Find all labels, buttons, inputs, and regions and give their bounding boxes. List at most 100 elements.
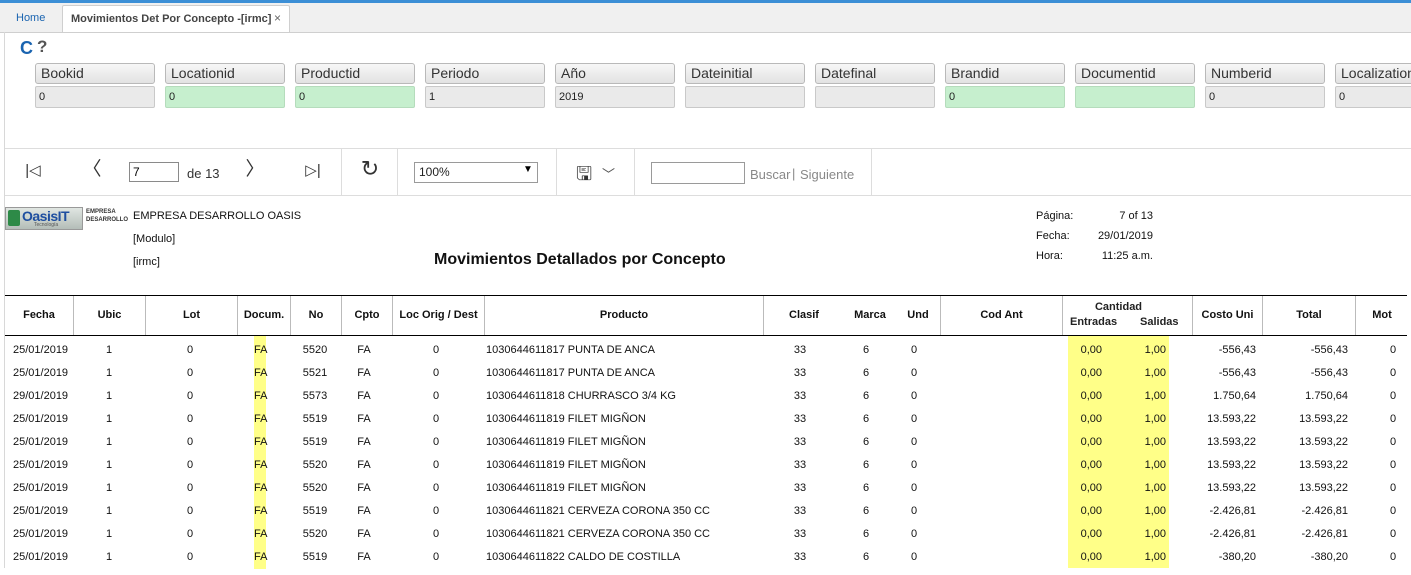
param-label-numberid: Numberid <box>1205 63 1325 84</box>
param-input-productid[interactable]: 0 <box>295 86 415 108</box>
table-rule <box>5 295 1407 296</box>
prev-page-icon[interactable]: 〈 <box>80 160 104 180</box>
zoom-select[interactable]: 100% <box>414 162 538 183</box>
cell-ubic: 1 <box>105 436 113 448</box>
cell-salidas: 1,00 <box>1144 482 1166 494</box>
find-next-link[interactable]: Siguiente <box>800 167 854 182</box>
header-costo-uni: Costo Uni <box>1201 309 1254 321</box>
cell-loc: 0 <box>432 482 440 494</box>
cell-lot: 0 <box>186 344 194 356</box>
cell-docum: FA <box>254 523 267 546</box>
cell-loc: 0 <box>432 367 440 379</box>
cell-loc: 0 <box>432 505 440 517</box>
cell-salidas: 1,00 <box>1144 505 1166 517</box>
cell-lot: 0 <box>186 551 194 563</box>
param-input-bookid[interactable]: 0 <box>35 86 155 108</box>
cell-no: 5519 <box>302 413 328 425</box>
param-input-numberid[interactable]: 0 <box>1205 86 1325 108</box>
header-salidas: Salidas <box>1140 316 1179 328</box>
cell-und: 0 <box>910 482 918 494</box>
cell-mot: 0 <box>1389 413 1397 425</box>
cell-marca: 6 <box>862 482 870 494</box>
cell-marca: 6 <box>862 344 870 356</box>
time-label: Hora: <box>1036 250 1063 262</box>
cell-producto: 1030644611822 CALDO DE COSTILLA <box>486 551 681 563</box>
cell-ubic: 1 <box>105 551 113 563</box>
param-input-año[interactable]: 2019 <box>555 86 675 108</box>
cell-costo: -2.426,81 <box>1209 528 1256 540</box>
param-label-datefinal: Datefinal <box>815 63 935 84</box>
param-input-localization[interactable]: 0 <box>1335 86 1411 108</box>
cell-no: 5519 <box>302 436 328 448</box>
find-separator: | <box>792 166 796 181</box>
column-separator <box>1062 296 1063 335</box>
param-input-dateinitial[interactable] <box>685 86 805 108</box>
cell-cpto: FA <box>357 367 371 379</box>
refresh-params-icon[interactable]: C <box>20 39 33 57</box>
tab-home[interactable]: Home <box>6 6 55 31</box>
help-icon[interactable]: ? <box>37 38 47 56</box>
tab-close-icon[interactable]: × <box>274 5 281 31</box>
cell-no: 5520 <box>302 459 328 471</box>
cell-entradas: 0,00 <box>1080 367 1102 379</box>
refresh-report-icon[interactable]: ↻ <box>358 158 382 180</box>
page-number-input[interactable] <box>129 162 179 182</box>
report-code: [irmc] <box>133 256 160 268</box>
first-page-icon[interactable]: |◁ <box>21 161 45 181</box>
cell-total: -380,20 <box>1310 551 1348 563</box>
cell-docum: FA <box>254 454 267 477</box>
cell-clasif: 33 <box>793 551 807 563</box>
header-ubic: Ubic <box>97 309 122 321</box>
cell-marca: 6 <box>862 528 870 540</box>
header-und: Und <box>907 309 929 321</box>
cell-mot: 0 <box>1389 505 1397 517</box>
cell-clasif: 33 <box>793 482 807 494</box>
cell-producto: 1030644611821 CERVEZA CORONA 350 CC <box>486 505 711 517</box>
cell-mot: 0 <box>1389 551 1397 563</box>
report-title: Movimientos Detallados por Concepto <box>434 251 726 268</box>
cell-und: 0 <box>910 367 918 379</box>
cell-no: 5520 <box>302 344 328 356</box>
find-link[interactable]: Buscar <box>750 167 790 182</box>
search-input[interactable] <box>651 162 745 184</box>
cell-cpto: FA <box>357 505 371 517</box>
save-icon[interactable]: 🖫 <box>576 160 592 192</box>
header-loc: Loc Orig / Dest <box>399 309 478 321</box>
next-page-icon[interactable]: 〉 <box>243 160 267 180</box>
param-input-documentid[interactable] <box>1075 86 1195 108</box>
cell-no: 5519 <box>302 505 328 517</box>
cell-clasif: 33 <box>793 436 807 448</box>
param-input-datefinal[interactable] <box>815 86 935 108</box>
logo-mark-icon <box>8 210 20 226</box>
cell-costo: -556,43 <box>1218 344 1256 356</box>
chevron-down-icon[interactable]: ▼ <box>523 164 533 175</box>
cell-marca: 6 <box>862 367 870 379</box>
cell-total: 13.593,22 <box>1299 436 1348 448</box>
cell-costo: -556,43 <box>1218 367 1256 379</box>
cell-producto: 1030644611819 FILET MIGÑON <box>486 482 646 494</box>
cell-und: 0 <box>910 413 918 425</box>
param-input-brandid[interactable]: 0 <box>945 86 1065 108</box>
export-chevron-icon[interactable]: ﹀ <box>602 164 615 183</box>
cell-entradas: 0,00 <box>1080 505 1102 517</box>
cell-fecha: 25/01/2019 <box>13 551 69 563</box>
last-page-icon[interactable]: ▷| <box>301 161 325 181</box>
page-count: de 13 <box>187 166 220 181</box>
header-marca: Marca <box>854 309 886 321</box>
cell-total: 13.593,22 <box>1299 459 1348 471</box>
cell-lot: 0 <box>186 528 194 540</box>
header-cod-ant: Cod Ant <box>980 309 1023 321</box>
cell-docum: FA <box>254 431 267 454</box>
cell-salidas: 1,00 <box>1144 344 1166 356</box>
cell-no: 5521 <box>302 367 328 379</box>
param-input-periodo[interactable]: 1 <box>425 86 545 108</box>
cell-cpto: FA <box>357 482 371 494</box>
cell-und: 0 <box>910 390 918 402</box>
param-input-locationid[interactable]: 0 <box>165 86 285 108</box>
cell-total: -2.426,81 <box>1301 528 1348 540</box>
tab-movimientos-det[interactable]: Movimientos Det Por Concepto -[irmc] <box>62 5 290 32</box>
cell-mot: 0 <box>1389 482 1397 494</box>
cell-cpto: FA <box>357 390 371 402</box>
toolbar-separator <box>634 149 635 195</box>
cell-producto: 1030644611817 PUNTA DE ANCA <box>486 367 655 379</box>
